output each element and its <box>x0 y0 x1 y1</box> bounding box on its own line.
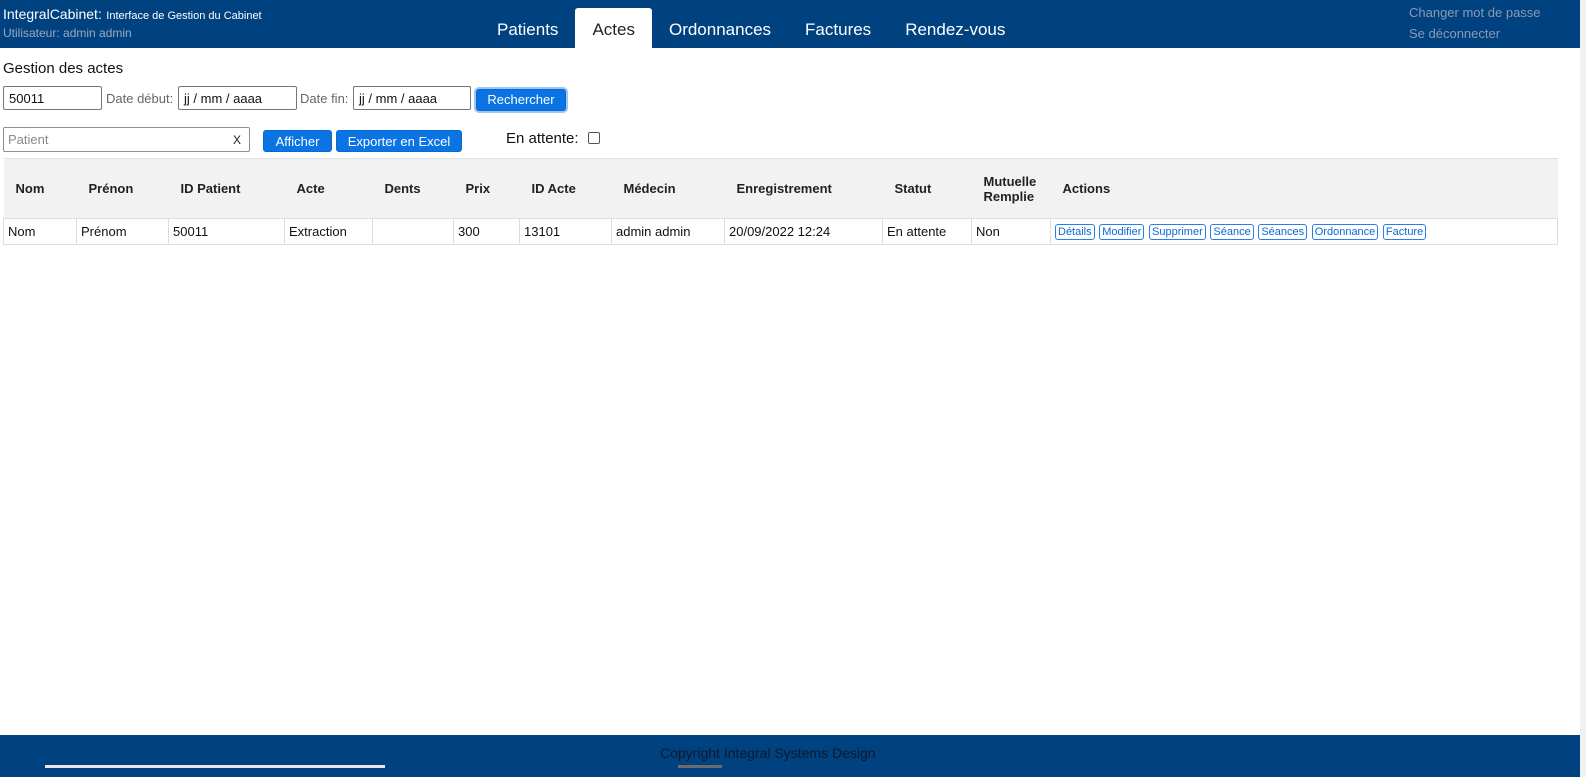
col-id-acte: ID Acte <box>519 158 612 219</box>
cell-dents <box>372 218 454 245</box>
modify-button[interactable]: Modifier <box>1099 224 1145 240</box>
date-start-input[interactable]: jj / mm / aaaa <box>178 86 297 110</box>
col-dents: Dents <box>372 158 454 219</box>
app-footer: Copyright Integral Systems Design <box>0 735 1580 777</box>
cell-statut: En attente <box>882 218 972 245</box>
date-start-label: Date début: <box>106 91 174 106</box>
tab-factures[interactable]: Factures <box>788 8 888 48</box>
app-header: IntegralCabinet: Interface de Gestion du… <box>0 0 1580 48</box>
show-button[interactable]: Afficher <box>263 130 332 152</box>
cell-actions: Détails Modifier Supprimer Séance Séance… <box>1050 218 1558 245</box>
cell-id-acte: 13101 <box>519 218 612 245</box>
col-acte: Acte <box>284 158 373 219</box>
page: IntegralCabinet: Interface de Gestion du… <box>0 0 1586 777</box>
export-excel-button[interactable]: Exporter en Excel <box>336 130 462 152</box>
col-id-patient: ID Patient <box>168 158 285 219</box>
tab-patients[interactable]: Patients <box>480 8 575 48</box>
clear-patient-button[interactable]: X <box>233 133 241 147</box>
footer-scroll-thumb <box>678 765 722 768</box>
main-nav: Patients Actes Ordonnances Factures Rend… <box>480 8 1022 48</box>
page-title: Gestion des actes <box>3 60 124 77</box>
seances-button[interactable]: Séances <box>1258 224 1308 240</box>
app-subtitle: Interface de Gestion du Cabinet <box>106 10 262 22</box>
date-end-input[interactable]: jj / mm / aaaa <box>353 86 471 110</box>
cell-acte: Extraction <box>284 218 373 245</box>
cell-prix: 300 <box>453 218 520 245</box>
cell-nom: Nom <box>3 218 77 245</box>
cell-prenom: Prénom <box>76 218 169 245</box>
current-user: Utilisateur: admin admin <box>3 26 132 40</box>
col-prenom: Prénon <box>76 158 169 219</box>
footer-scroll-indicator <box>45 765 385 768</box>
col-statut: Statut <box>882 158 972 219</box>
col-actions: Actions <box>1050 158 1558 219</box>
cell-id-patient: 50011 <box>168 218 285 245</box>
facture-button[interactable]: Facture <box>1382 224 1427 240</box>
change-password-link[interactable]: Changer mot de passe <box>1409 4 1541 25</box>
tab-ordonnances[interactable]: Ordonnances <box>652 8 788 48</box>
ordonnance-button[interactable]: Ordonnance <box>1311 224 1379 240</box>
pending-label: En attente: <box>506 130 579 147</box>
col-medecin: Médecin <box>611 158 725 219</box>
scrollbar[interactable] <box>1580 0 1586 777</box>
col-prix: Prix <box>453 158 520 219</box>
col-mutuelle: Mutuelle Remplie <box>971 158 1051 219</box>
seance-button[interactable]: Séance <box>1210 224 1254 240</box>
brand: IntegralCabinet: Interface de Gestion du… <box>3 6 262 40</box>
table-row: Nom Prénom 50011 Extraction 300 13101 ad… <box>3 218 1558 245</box>
tab-actes[interactable]: Actes <box>575 8 652 48</box>
cell-medecin: admin admin <box>611 218 725 245</box>
copyright-text: Copyright Integral Systems Design <box>660 745 876 761</box>
logout-link[interactable]: Se déconnecter <box>1409 25 1541 46</box>
search-button[interactable]: Rechercher <box>476 89 566 111</box>
table-header-row: Nom Prénon ID Patient Acte Dents Prix ID… <box>3 158 1558 219</box>
app-name: IntegralCabinet: <box>3 6 102 22</box>
patient-filter-input[interactable]: Patient X <box>3 127 250 152</box>
date-end-label: Date fin: <box>300 91 349 106</box>
cell-enregistrement: 20/09/2022 12:24 <box>724 218 883 245</box>
acts-table: Nom Prénon ID Patient Acte Dents Prix ID… <box>3 158 1558 245</box>
col-enregistrement: Enregistrement <box>724 158 883 219</box>
account-links: Changer mot de passe Se déconnecter <box>1409 4 1541 46</box>
id-search-input[interactable]: 50011 <box>3 86 102 110</box>
delete-button[interactable]: Supprimer <box>1149 224 1206 240</box>
tab-rendez-vous[interactable]: Rendez-vous <box>888 8 1022 48</box>
pending-checkbox[interactable] <box>588 132 600 144</box>
col-nom: Nom <box>3 158 77 219</box>
details-button[interactable]: Détails <box>1055 224 1095 240</box>
patient-placeholder: Patient <box>8 132 49 147</box>
cell-mutuelle: Non <box>971 218 1051 245</box>
